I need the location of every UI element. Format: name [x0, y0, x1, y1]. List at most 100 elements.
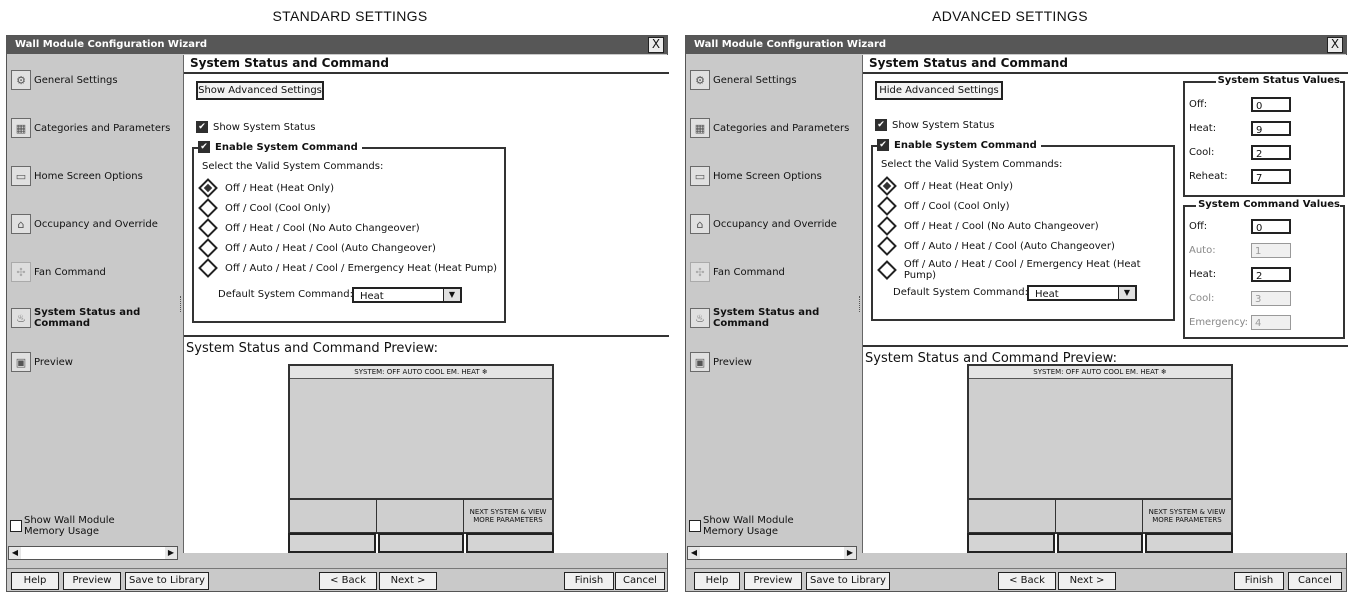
close-button[interactable]: X — [648, 37, 664, 53]
fan-icon: ✣ — [11, 262, 31, 282]
hide-advanced-button[interactable]: Hide Advanced Settings — [875, 81, 1003, 100]
option-auto-changeover[interactable]: Off / Auto / Heat / Cool (Auto Changeove… — [198, 238, 436, 258]
enable-command-checkbox[interactable]: ✔ Enable System Command — [877, 139, 1041, 151]
radio-icon — [877, 260, 897, 280]
finish-button[interactable]: Finish — [1234, 572, 1284, 590]
sidebar-item-preview[interactable]: ▣ Preview — [690, 347, 858, 377]
save-library-button[interactable]: Save to Library — [806, 572, 890, 590]
show-status-checkbox[interactable]: ✔ Show System Status — [196, 121, 316, 133]
command-group: ✔ Enable System Command Select the Valid … — [192, 141, 506, 323]
chevron-down-icon[interactable]: ▼ — [443, 289, 460, 301]
footer: Help Preview Save to Library < Back Next… — [7, 568, 667, 591]
status-value-off: Off: 0 — [1189, 97, 1291, 112]
status-reheat-input[interactable]: 7 — [1251, 169, 1291, 184]
sidebar-item-system-status[interactable]: ♨ System Status and Command — [11, 303, 179, 333]
snowflake-icon: ❄ — [481, 368, 488, 376]
command-off-input[interactable]: 0 — [1251, 219, 1291, 234]
option-heat-cool[interactable]: Off / Heat / Cool (No Auto Changeover) — [877, 216, 1099, 236]
status-cool-input[interactable]: 2 — [1251, 145, 1291, 160]
sidebar: ⚙ General Settings ▦ Categories and Parame… — [8, 55, 180, 553]
device-key-2 — [1057, 533, 1143, 553]
window-title: Wall Module Configuration Wizard X — [686, 36, 1346, 54]
radio-icon — [877, 176, 897, 196]
settings-icon: ⚙ — [690, 70, 710, 90]
scroll-left-icon[interactable]: ◀ — [9, 547, 21, 559]
option-heat-cool[interactable]: Off / Heat / Cool (No Auto Changeover) — [198, 218, 420, 238]
show-advanced-button[interactable]: Show Advanced Settings — [196, 81, 324, 100]
sidebar-item-general-settings[interactable]: ⚙ General Settings — [690, 65, 858, 95]
help-button[interactable]: Help — [694, 572, 740, 590]
section-title: System Status and Command — [863, 55, 1348, 74]
sidebar-item-categories[interactable]: ▦ Categories and Parameters — [11, 113, 179, 143]
command-value-heat: Heat: 2 — [1189, 267, 1291, 282]
next-button[interactable]: Next > — [379, 572, 437, 590]
option-cool-only[interactable]: Off / Cool (Cool Only) — [198, 198, 331, 218]
sidebar-item-fan-command[interactable]: ✣ Fan Command — [690, 257, 858, 287]
scroll-right-icon[interactable]: ▶ — [844, 547, 856, 559]
scroll-left-icon[interactable]: ◀ — [688, 547, 700, 559]
status-off-input[interactable]: 0 — [1251, 97, 1291, 112]
sidebar-item-categories[interactable]: ▦ Categories and Parameters — [690, 113, 858, 143]
sidebar-item-preview[interactable]: ▣ Preview — [11, 347, 179, 377]
checkbox[interactable] — [10, 520, 22, 532]
preview-button[interactable]: Preview — [744, 572, 802, 590]
option-heat-only[interactable]: Off / Heat (Heat Only) — [877, 176, 1013, 196]
sidebar-item-occupancy[interactable]: ⌂ Occupancy and Override — [690, 209, 858, 239]
preview-heading: System Status and Command Preview: — [184, 335, 669, 356]
sidebar-item-home-screen[interactable]: ▭ Home Screen Options — [690, 161, 858, 191]
option-heat-pump[interactable]: Off / Auto / Heat / Cool / Emergency Hea… — [877, 259, 1173, 281]
cancel-button[interactable]: Cancel — [615, 572, 665, 590]
close-button[interactable]: X — [1327, 37, 1343, 53]
finish-button[interactable]: Finish — [564, 572, 614, 590]
snowflake-icon: ❄ — [1160, 368, 1167, 376]
radio-icon — [198, 198, 218, 218]
sidebar-scrollbar[interactable]: ◀ ▶ — [687, 546, 857, 560]
device-key-1 — [967, 533, 1055, 553]
memory-usage-checkbox[interactable]: Show Wall Module Memory Usage — [689, 515, 809, 537]
device-preview: SYSTEM: OFF AUTO COOL EM. HEAT ❄ NEXT SY… — [967, 364, 1233, 534]
device-key-1 — [288, 533, 376, 553]
help-button[interactable]: Help — [11, 572, 59, 590]
device-key-3 — [1145, 533, 1233, 553]
chevron-down-icon[interactable]: ▼ — [1118, 287, 1135, 299]
command-value-auto: Auto: 1 — [1189, 243, 1291, 258]
enable-command-checkbox[interactable]: ✔ Enable System Command — [198, 141, 362, 153]
command-heat-input[interactable]: 2 — [1251, 267, 1291, 282]
memory-usage-checkbox[interactable]: Show Wall Module Memory Usage — [10, 515, 130, 537]
show-status-checkbox[interactable]: ✔ Show System Status — [875, 119, 995, 131]
save-library-button[interactable]: Save to Library — [125, 572, 209, 590]
status-values-title: System Status Values — [1215, 75, 1340, 86]
preview-button[interactable]: Preview — [63, 572, 121, 590]
house-icon: ⌂ — [11, 214, 31, 234]
scroll-right-icon[interactable]: ▶ — [165, 547, 177, 559]
preview-icon: ▣ — [11, 352, 31, 372]
default-command-select[interactable]: Heat ▼ — [352, 287, 462, 303]
softkey-1 — [969, 498, 1056, 532]
command-emergency-input: 4 — [1251, 315, 1291, 330]
sidebar-scrollbar[interactable]: ◀ ▶ — [8, 546, 178, 560]
status-values-panel: System Status Values Off: 0 Heat: 9 Cool: 2… — [1183, 75, 1345, 197]
check-icon: ✔ — [877, 139, 889, 151]
option-auto-changeover[interactable]: Off / Auto / Heat / Cool (Auto Changeove… — [877, 236, 1115, 256]
window-title: Wall Module Configuration Wizard X — [7, 36, 667, 54]
status-heat-input[interactable]: 9 — [1251, 121, 1291, 136]
option-cool-only[interactable]: Off / Cool (Cool Only) — [877, 196, 1010, 216]
sidebar-item-occupancy[interactable]: ⌂ Occupancy and Override — [11, 209, 179, 239]
softkey-3: NEXT SYSTEM & VIEW MORE PARAMETERS — [1143, 498, 1231, 532]
sidebar-item-general-settings[interactable]: ⚙ General Settings — [11, 65, 179, 95]
sidebar-item-fan-command[interactable]: ✣ Fan Command — [11, 257, 179, 287]
hierarchy-icon: ▦ — [11, 118, 31, 138]
option-heat-pump[interactable]: Off / Auto / Heat / Cool / Emergency Hea… — [198, 258, 497, 278]
sidebar-item-home-screen[interactable]: ▭ Home Screen Options — [11, 161, 179, 191]
radio-icon — [198, 238, 218, 258]
sidebar-item-system-status[interactable]: ♨ System Status and Command — [690, 303, 858, 333]
default-command-select[interactable]: Heat ▼ — [1027, 285, 1137, 301]
next-button[interactable]: Next > — [1058, 572, 1116, 590]
check-icon: ✔ — [198, 141, 210, 153]
cancel-button[interactable]: Cancel — [1288, 572, 1342, 590]
back-button[interactable]: < Back — [998, 572, 1056, 590]
radio-icon — [198, 258, 218, 278]
checkbox[interactable] — [689, 520, 701, 532]
back-button[interactable]: < Back — [319, 572, 377, 590]
option-heat-only[interactable]: Off / Heat (Heat Only) — [198, 178, 334, 198]
